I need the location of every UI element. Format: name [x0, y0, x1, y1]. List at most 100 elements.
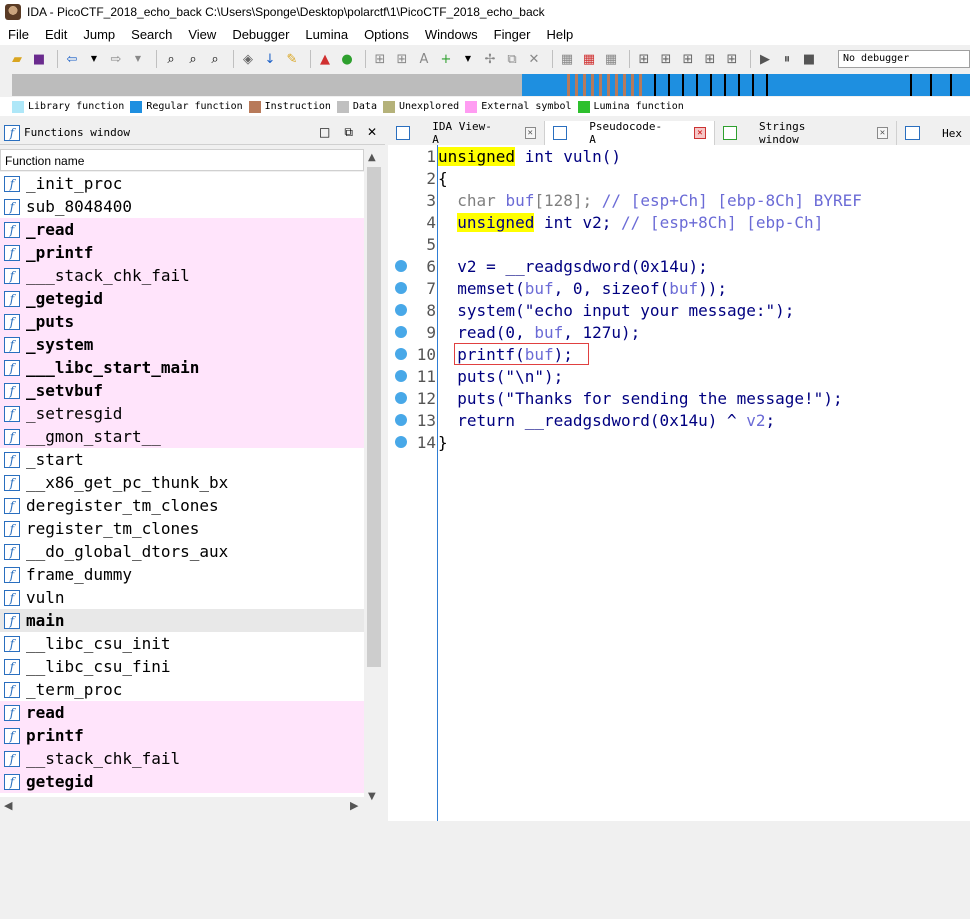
function-list-item[interactable]: f sub_8048400: [0, 195, 364, 218]
close-icon[interactable]: ✕: [694, 127, 706, 139]
pause-icon[interactable]: ⏸: [778, 50, 796, 68]
struct-add-icon[interactable]: ▦: [580, 50, 598, 68]
function-list-item[interactable]: f _read: [0, 218, 364, 241]
warning-icon[interactable]: ▲: [316, 50, 334, 68]
code-line[interactable]: 4 unsigned int v2; // [esp+8Ch] [ebp-Ch]: [388, 211, 970, 233]
code-line[interactable]: 8 system("echo input your message:");: [388, 299, 970, 321]
breakpoint-dot-icon[interactable]: [395, 348, 407, 360]
struct-delete-icon[interactable]: ▦: [602, 50, 620, 68]
chevron-down-icon[interactable]: ▼: [85, 50, 103, 68]
breakpoint-dot-icon[interactable]: [395, 304, 407, 316]
disk-icon[interactable]: ◈: [239, 50, 257, 68]
close-icon[interactable]: ✕: [367, 125, 377, 140]
code-line[interactable]: 14}: [388, 431, 970, 453]
function-list-item[interactable]: f _setresgid: [0, 402, 364, 425]
menu-view[interactable]: View: [180, 27, 224, 42]
flow-graph-icon[interactable]: ⊞: [635, 50, 653, 68]
function-list-item[interactable]: f __libc_csu_init: [0, 632, 364, 655]
function-list-item[interactable]: f read: [0, 701, 364, 724]
breakpoint-dot-icon[interactable]: [395, 436, 407, 448]
menu-lumina[interactable]: Lumina: [297, 27, 356, 42]
binoculars-next-icon[interactable]: ⌕: [206, 50, 224, 68]
debugger-select[interactable]: No debugger: [838, 50, 970, 68]
tab-pseudocode-a[interactable]: Pseudocode-A ✕: [544, 120, 715, 146]
code-line[interactable]: 10 printf(buf);: [388, 343, 970, 365]
restore-icon[interactable]: ⧉: [344, 125, 353, 140]
back-arrow-icon[interactable]: ⇦: [63, 50, 81, 68]
function-list-item[interactable]: f __x86_get_pc_thunk_bx: [0, 471, 364, 494]
function-list-item[interactable]: f _getegid: [0, 287, 364, 310]
breakpoint-dot-icon[interactable]: [395, 326, 407, 338]
stop-icon[interactable]: ■: [800, 50, 818, 68]
down-arrow-icon[interactable]: ↓: [261, 50, 279, 68]
scroll-right-icon[interactable]: ▶: [350, 799, 358, 812]
code-line[interactable]: 13 return __readgsdword(0x14u) ^ v2;: [388, 409, 970, 431]
struct-icon[interactable]: ▦: [558, 50, 576, 68]
play-icon[interactable]: ▶: [756, 50, 774, 68]
scrollbar-thumb[interactable]: [367, 167, 381, 667]
menu-jump[interactable]: Jump: [75, 27, 123, 42]
scroll-up-icon[interactable]: ▲: [368, 152, 376, 163]
function-list-item[interactable]: f __stack_chk_fail: [0, 747, 364, 770]
function-list-item[interactable]: f printf: [0, 724, 364, 747]
blocks-icon[interactable]: ⧉: [503, 50, 521, 68]
graph-icon[interactable]: ⊞: [371, 50, 389, 68]
graph-add-icon[interactable]: ⊞: [393, 50, 411, 68]
code-line[interactable]: 5: [388, 233, 970, 255]
function-list-item[interactable]: f getegid: [0, 770, 364, 793]
binoculars-icon[interactable]: ⌕: [162, 50, 180, 68]
breakpoint-dot-icon[interactable]: [395, 414, 407, 426]
breakpoint-dot-icon[interactable]: [395, 282, 407, 294]
function-list-item[interactable]: f deregister_tm_clones: [0, 494, 364, 517]
close-icon[interactable]: ✕: [876, 127, 889, 139]
menu-finger[interactable]: Finger: [486, 27, 539, 42]
functions-horizontal-scrollbar[interactable]: ◀ ▶: [0, 797, 365, 815]
function-list-item[interactable]: f ___stack_chk_fail: [0, 264, 364, 287]
minimize-icon[interactable]: □: [319, 125, 330, 140]
close-icon[interactable]: ✕: [524, 127, 536, 139]
open-file-icon[interactable]: ▰: [8, 50, 26, 68]
code-line[interactable]: 12 puts("Thanks for sending the message!…: [388, 387, 970, 409]
code-line[interactable]: 11 puts("\n");: [388, 365, 970, 387]
code-line[interactable]: 2{: [388, 167, 970, 189]
tab-ida-view-a[interactable]: IDA View-A ✕: [388, 120, 545, 146]
flow-graph-5-icon[interactable]: ⊞: [723, 50, 741, 68]
flow-graph-3-icon[interactable]: ⊞: [679, 50, 697, 68]
save-icon[interactable]: ■: [30, 50, 48, 68]
scroll-left-icon[interactable]: ◀: [4, 799, 12, 812]
menu-edit[interactable]: Edit: [37, 27, 75, 42]
menu-search[interactable]: Search: [123, 27, 180, 42]
functions-list[interactable]: f _init_proc f sub_8048400 f _read f _printf f __…: [0, 172, 364, 797]
function-list-item[interactable]: f _start: [0, 448, 364, 471]
flow-graph-4-icon[interactable]: ⊞: [701, 50, 719, 68]
function-list-item[interactable]: f vuln: [0, 586, 364, 609]
function-list-item[interactable]: f _printf: [0, 241, 364, 264]
forward-arrow-icon[interactable]: ⇨: [107, 50, 125, 68]
menu-windows[interactable]: Windows: [417, 27, 486, 42]
function-list-item[interactable]: f _term_proc: [0, 678, 364, 701]
function-list-item[interactable]: f register_tm_clones: [0, 517, 364, 540]
pseudocode-view[interactable]: 1 unsigned int vuln() 2{3 char buf[128]; /…: [388, 145, 970, 821]
code-line[interactable]: 7 memset(buf, 0, sizeof(buf));: [388, 277, 970, 299]
tab-hex[interactable]: Hex: [897, 121, 970, 145]
chevron-down-icon[interactable]: ▼: [459, 50, 477, 68]
function-list-item[interactable]: f main: [0, 609, 364, 632]
breakpoint-dot-icon[interactable]: [395, 392, 407, 404]
menu-file[interactable]: File: [0, 27, 37, 42]
function-list-item[interactable]: f __do_global_dtors_aux: [0, 540, 364, 563]
flow-graph-2-icon[interactable]: ⊞: [657, 50, 675, 68]
text-icon[interactable]: A: [415, 50, 433, 68]
function-list-item[interactable]: f _init_proc: [0, 172, 364, 195]
function-list-item[interactable]: f _system: [0, 333, 364, 356]
menu-help[interactable]: Help: [538, 27, 581, 42]
function-list-item[interactable]: f __libc_csu_fini: [0, 655, 364, 678]
function-list-item[interactable]: f _puts: [0, 310, 364, 333]
function-name-column-header[interactable]: Function name: [0, 149, 364, 171]
menu-debugger[interactable]: Debugger: [224, 27, 297, 42]
functions-vertical-scrollbar[interactable]: ▲ ▼: [365, 149, 383, 919]
function-list-item[interactable]: f ___libc_start_main: [0, 356, 364, 379]
navigation-band[interactable]: [12, 74, 970, 96]
cross-plus-icon[interactable]: ✢: [481, 50, 499, 68]
brush-icon[interactable]: ✎: [283, 50, 301, 68]
chevron-down-icon[interactable]: ▼: [129, 50, 147, 68]
